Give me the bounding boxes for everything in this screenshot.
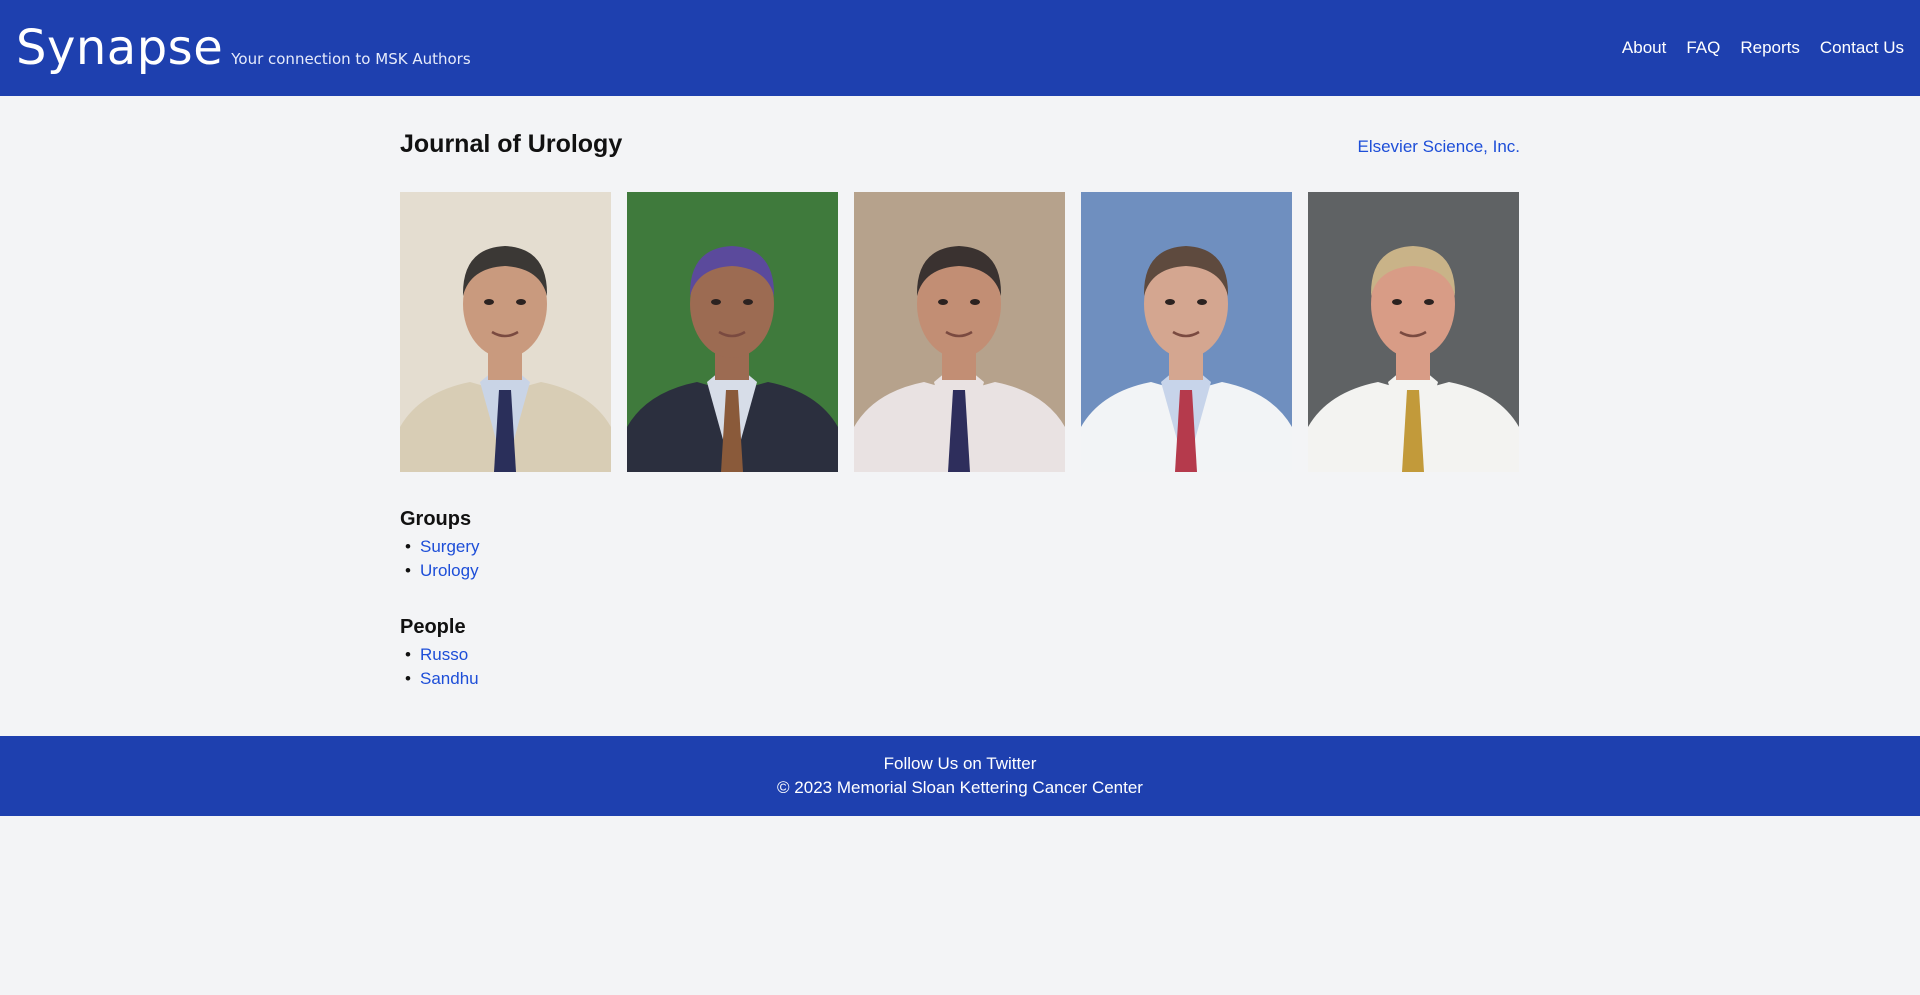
main-nav: About FAQ Reports Contact Us bbox=[1622, 38, 1904, 58]
people-heading: People bbox=[400, 616, 466, 638]
author-photo-gallery bbox=[400, 192, 1520, 472]
groups-heading: Groups bbox=[400, 508, 472, 530]
nav-faq-link[interactable]: FAQ bbox=[1686, 38, 1720, 58]
person-link-sandhu[interactable]: Sandhu bbox=[420, 669, 479, 688]
journal-title: Journal of Urology bbox=[400, 130, 623, 158]
portrait-image bbox=[1081, 192, 1292, 472]
list-item: Russo bbox=[400, 643, 1000, 667]
brand: Synapse Your connection to MSK Authors bbox=[16, 20, 471, 76]
list-item: Sandhu bbox=[400, 667, 1000, 691]
author-photo-1[interactable] bbox=[400, 192, 611, 472]
brand-tagline: Your connection to MSK Authors bbox=[231, 50, 471, 68]
twitter-link[interactable]: Follow Us on Twitter bbox=[884, 752, 1037, 776]
group-link-urology[interactable]: Urology bbox=[420, 561, 479, 580]
person-link-russo[interactable]: Russo bbox=[420, 645, 468, 664]
publisher-link[interactable]: Elsevier Science, Inc. bbox=[1357, 137, 1520, 157]
nav-contact-link[interactable]: Contact Us bbox=[1820, 38, 1904, 58]
portrait-image bbox=[1308, 192, 1519, 472]
nav-about-link[interactable]: About bbox=[1622, 38, 1666, 58]
portrait-image bbox=[400, 192, 611, 472]
author-photo-4[interactable] bbox=[1081, 192, 1292, 472]
brand-logo-link[interactable]: Synapse bbox=[16, 20, 223, 76]
groups-section: Groups Surgery Urology bbox=[400, 508, 1000, 583]
site-footer: Follow Us on Twitter © 2023 Memorial Slo… bbox=[0, 736, 1920, 816]
people-list: Russo Sandhu bbox=[400, 643, 1000, 691]
copyright-text: © 2023 Memorial Sloan Kettering Cancer C… bbox=[777, 778, 1143, 797]
nav-reports-link[interactable]: Reports bbox=[1740, 38, 1800, 58]
portrait-image bbox=[854, 192, 1065, 472]
groups-list: Surgery Urology bbox=[400, 535, 1000, 583]
site-header: Synapse Your connection to MSK Authors A… bbox=[0, 0, 1920, 96]
portrait-image bbox=[627, 192, 838, 472]
author-photo-2[interactable] bbox=[627, 192, 838, 472]
author-photo-3[interactable] bbox=[854, 192, 1065, 472]
author-photo-5[interactable] bbox=[1308, 192, 1519, 472]
list-item: Surgery bbox=[400, 535, 1000, 559]
people-section: People Russo Sandhu bbox=[400, 616, 1000, 691]
group-link-surgery[interactable]: Surgery bbox=[420, 537, 480, 556]
journal-header: Journal of Urology Elsevier Science, Inc… bbox=[400, 130, 1520, 159]
list-item: Urology bbox=[400, 559, 1000, 583]
